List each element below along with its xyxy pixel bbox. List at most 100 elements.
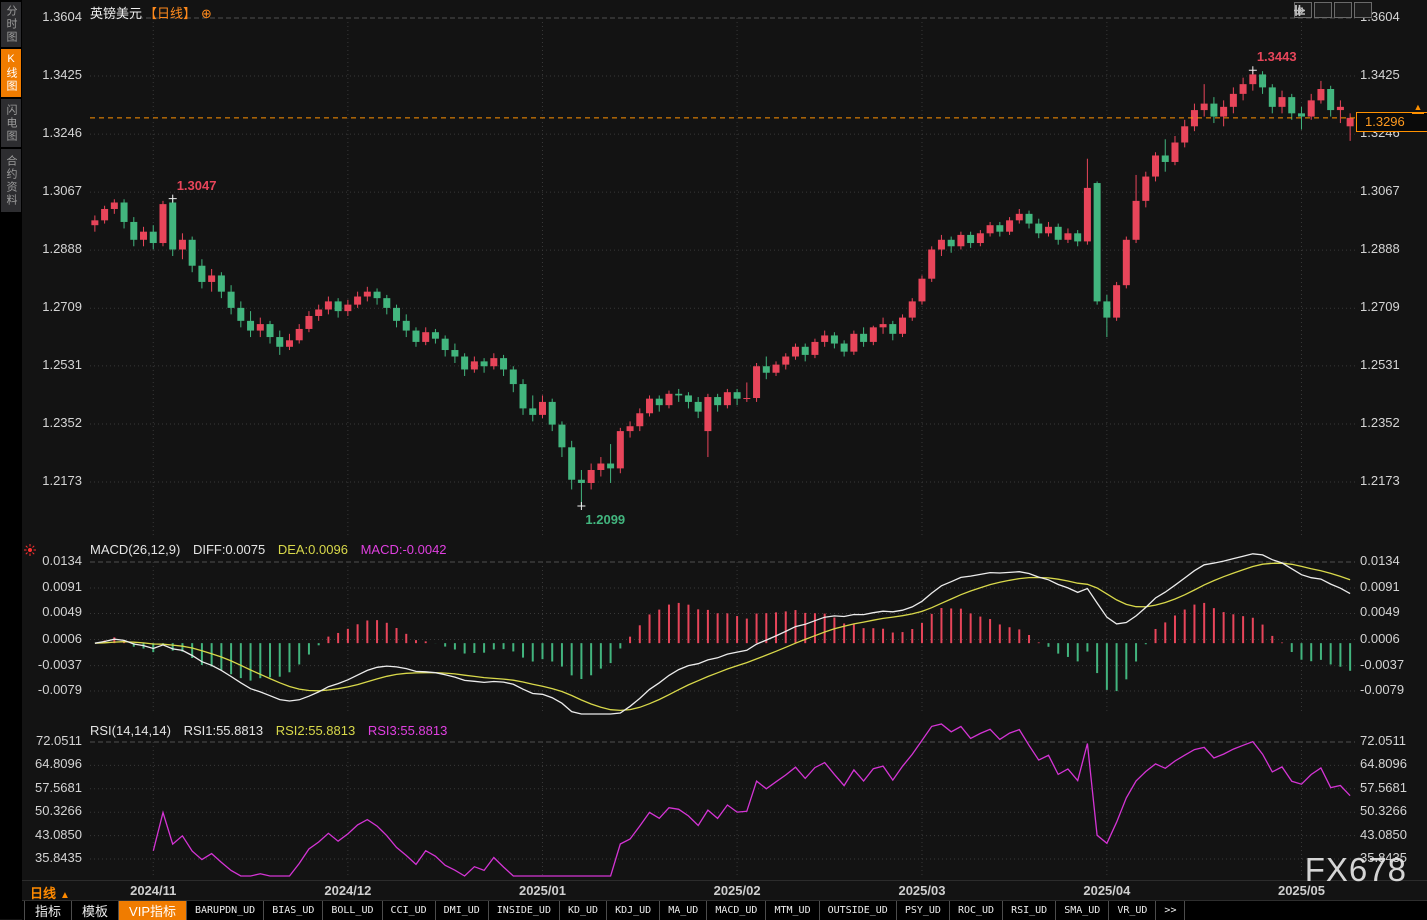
indicator-button-inside_ud[interactable]: INSIDE_UD [489,901,560,920]
indicator-button-vr_ud[interactable]: VR_UD [1109,901,1157,920]
timeframe-label: 日线 [30,886,57,901]
current-price-tag: 1.3296 [1356,111,1427,132]
macd-axis-label: 0.0006 [1360,630,1400,646]
indicator-button-macd_ud[interactable]: MACD_UD [707,901,767,920]
rsi-axis-label: 64.8096 [1360,756,1407,772]
scroll-to-newest-icon[interactable] [1295,2,1372,18]
rsi-axis-label: 50.3266 [1360,803,1407,819]
macd-macd-value: MACD:-0.0042 [360,542,447,557]
indicator-button-outside_ud[interactable]: OUTSIDE_UD [820,901,897,920]
indicator-button-ma_ud[interactable]: MA_UD [660,901,708,920]
rsi-header: RSI(14,14,14) RSI1:55.8813 RSI2:55.8813 … [90,723,447,738]
indicator-toolbar: 指标 模板 VIP指标 BARUPDN_UD BIAS_UD BOLL_UD CCI_UD D… [22,900,1427,920]
indicator-button-sma_ud[interactable]: SMA_UD [1056,901,1110,920]
candles-group [91,70,1354,506]
price-axis-label: 1.3067 [42,183,82,199]
price-chart-canvas[interactable] [22,0,1427,540]
indicator-button-rsi_ud[interactable]: RSI_UD [1003,901,1057,920]
date-label: 2025/04 [1083,883,1131,898]
macd-axis-label: -0.0037 [1360,656,1405,672]
rsi-axis-label: 57.5681 [35,779,82,795]
macd-axis-label: 0.0091 [42,579,82,595]
latest-price-arrow-icon[interactable]: ▲ [1412,102,1424,114]
indicator-button-barupdn_ud[interactable]: BARUPDN_UD [187,901,265,920]
indicator-button-kdj_ud[interactable]: KDJ_UD [607,901,661,920]
price-axis-label: 1.2173 [1360,473,1400,488]
time-axis: 日线 ▲ 2024/11 2024/12 2025/01 2025/02 2025/03 2… [22,880,1427,901]
macd-settings-icon[interactable] [24,544,36,556]
price-axis-label: 1.2352 [42,414,82,430]
chart-type-sidebar: 分时图 K线图 闪电图 合约资料 [0,0,22,919]
date-label: 2025/03 [898,883,946,898]
date-label: 2025/01 [518,883,566,898]
watermark: FX678 [1304,851,1407,888]
price-extreme-label: 1.2099 [585,511,626,527]
x-axis-scale-icon[interactable] [1295,2,1352,18]
macd-axis-label: -0.0079 [1360,682,1405,697]
rsi-axis-label: 57.5681 [1360,779,1407,795]
period-label: 【日线】 [144,6,197,21]
indicator-button-roc_ud[interactable]: ROC_UD [950,901,1004,920]
sidebar-tab-kline[interactable]: K线图 [1,49,21,97]
rsi1-value: RSI1:55.8813 [183,723,264,738]
toolbar-more-button[interactable]: >> [1156,901,1186,920]
macd-axis-label: -0.0037 [37,656,82,672]
price-extreme-label: 1.3443 [1256,49,1297,65]
macd-axis-label: 0.0006 [42,630,82,646]
toolbar-tab-indicators[interactable]: 指标 [24,901,73,920]
rsi-axis-label: 43.0850 [35,826,82,842]
macd-axis-label: 0.0134 [1360,553,1400,568]
rsi-axis-label: 64.8096 [35,756,82,772]
indicator-button-kd_ud[interactable]: KD_UD [560,901,608,920]
macd-params: MACD(26,12,9) [90,542,181,557]
price-axis-label: 1.3425 [1360,67,1400,83]
macd-axis-label: 0.0049 [42,604,82,620]
y-axis-scale-icon[interactable] [1295,2,1332,18]
price-axis-label: 1.2888 [1360,241,1400,257]
macd-axis-label: 0.0091 [1360,579,1400,595]
price-axis-label: 1.2709 [1360,299,1400,315]
price-axis-label: 1.2531 [1360,356,1400,372]
price-axis-label: 1.3604 [42,9,82,24]
indicator-button-psy_ud[interactable]: PSY_UD [897,901,950,920]
date-label: 2024/11 [130,883,177,898]
indicator-button-dmi_ud[interactable]: DMI_UD [436,901,489,920]
symbol-name: 英镑美元 [90,6,143,21]
sidebar-tab-contract-info[interactable]: 合约资料 [1,149,21,212]
date-label: 2024/12 [324,883,372,898]
circle-plus-icon[interactable]: ⊕ [201,6,212,21]
price-axis-label: 1.2173 [42,473,82,488]
indicator-button-bias_ud[interactable]: BIAS_UD [264,901,324,920]
sidebar-tab-lightning[interactable]: 闪电图 [1,99,21,147]
price-axis-label: 1.2352 [1360,414,1400,430]
rsi-params: RSI(14,14,14) [90,723,171,738]
chart-region: 英镑美元 【日线】 ⊕ 1.3296 ▲ MACD(26,12,9) DIFF:0.… [22,0,1427,920]
price-axis-label: 1.3425 [42,67,82,83]
sidebar-tab-timeshare[interactable]: 分时图 [1,2,21,47]
rsi-axis-label: 72.0511 [35,733,82,748]
price-axis-label: 1.3067 [1360,183,1400,199]
rsi-canvas[interactable] [22,718,1427,880]
price-extreme-label: 1.3047 [176,177,217,193]
date-label: 2025/02 [713,883,761,898]
macd-canvas[interactable] [22,540,1427,718]
indicator-button-mtm_ud[interactable]: MTM_UD [766,901,820,920]
rsi-axis-label: 72.0511 [1360,733,1407,748]
macd-header: MACD(26,12,9) DIFF:0.0075 DEA:0.0096 MAC… [90,542,447,557]
chart-tools-group [1294,2,1372,18]
price-axis-label: 1.2888 [42,241,82,257]
macd-axis-label: 0.0049 [1360,604,1400,620]
macd-dea-value: DEA:0.0096 [277,542,348,557]
toolbar-tab-templates[interactable]: 模板 [72,901,120,920]
rsi3-value: RSI3:55.8813 [367,723,448,738]
rsi2-value: RSI2:55.8813 [275,723,356,738]
chart-title: 英镑美元 【日线】 ⊕ [90,3,212,22]
rsi-axis-label: 35.8435 [35,850,82,865]
macd-diff-value: DIFF:0.0075 [192,542,266,557]
toolbar-tab-vip-indicators[interactable]: VIP指标 [119,901,187,920]
indicator-button-boll_ud[interactable]: BOLL_UD [323,901,383,920]
rsi-axis-label: 50.3266 [35,803,82,819]
macd-axis-label: -0.0079 [37,682,82,697]
indicator-button-cci_ud[interactable]: CCI_UD [383,901,436,920]
rsi-axis-label: 43.0850 [1360,826,1407,842]
